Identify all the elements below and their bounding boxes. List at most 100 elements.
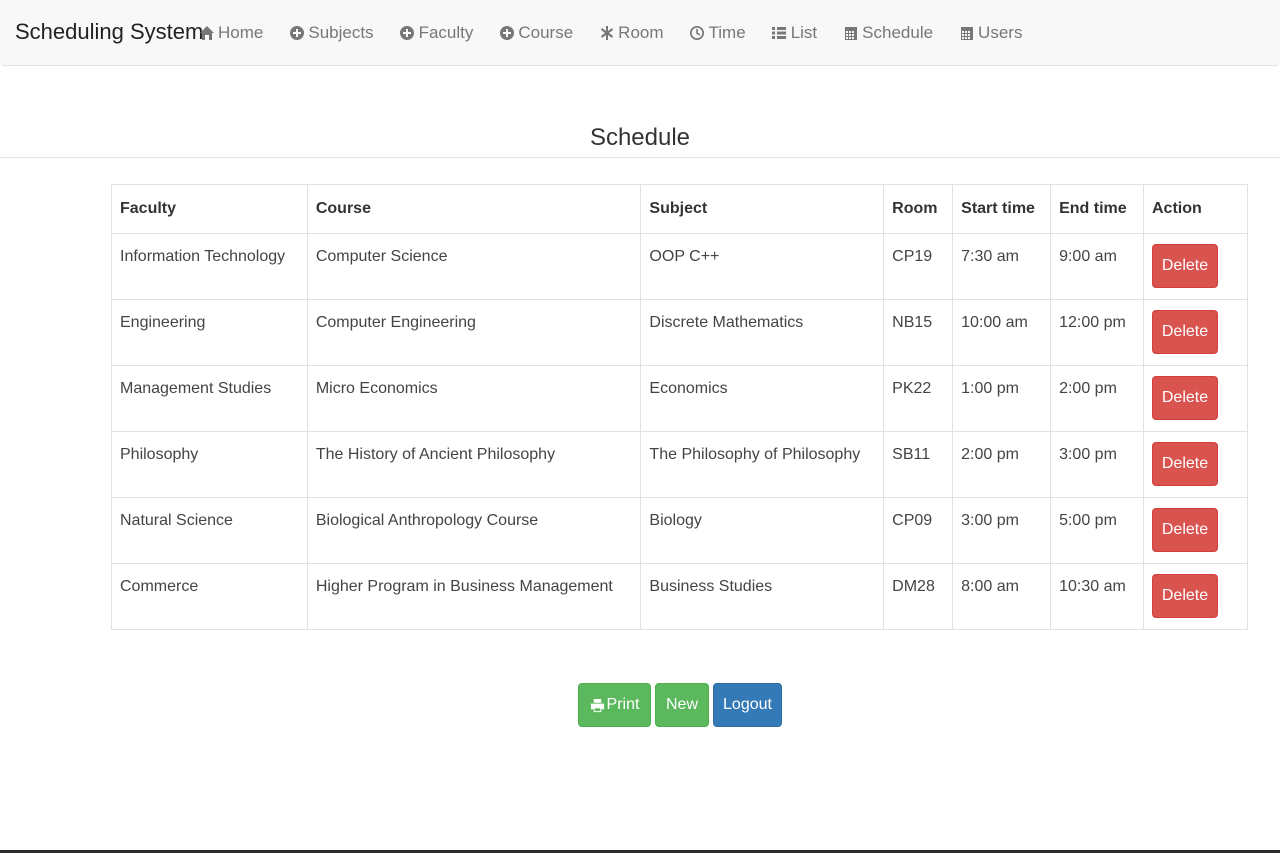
nav-item-label: Home [218,23,264,42]
cell-end-time: 9:00 am [1050,233,1144,300]
cell-subject: The Philosophy of Philosophy [640,431,885,498]
cell-course: Higher Program in Business Management [306,563,642,630]
table-row: Philosophy The History of Ancient Philos… [111,431,1248,498]
cell-course: Computer Science [306,233,642,300]
table-row: Natural Science Biological Anthropology … [111,497,1248,564]
cell-start-time: 10:00 am [952,299,1052,366]
cell-end-time: 3:00 pm [1050,431,1144,498]
delete-button[interactable]: Delete [1152,508,1218,552]
cell-room: SB11 [883,431,954,498]
plus-circle-icon [498,25,515,42]
nav-item-time[interactable]: Time [679,0,761,66]
delete-button[interactable]: Delete [1152,244,1218,288]
cell-start-time: 7:30 am [952,233,1052,300]
cell-faculty: Philosophy [111,431,308,498]
new-label: New [666,696,699,713]
cell-course: The History of Ancient Philosophy [306,431,642,498]
cell-subject: OOP C++ [640,233,885,300]
cell-faculty: Natural Science [111,497,308,564]
cell-subject: Discrete Mathematics [640,299,885,366]
nav-item-label: Users [978,23,1023,42]
delete-button[interactable]: Delete [1152,442,1218,486]
cell-faculty: Engineering [111,299,308,366]
cell-room: CP19 [883,233,954,300]
column-header-room: Room [883,184,954,234]
nav-item-label: Subjects [308,23,374,42]
nav-item-schedule[interactable]: Schedule [832,0,948,66]
cell-room: CP09 [883,497,954,564]
table-row: Commerce Higher Program in Business Mana… [111,563,1248,630]
nav-item-label: Schedule [862,23,934,42]
column-header-end-time: End time [1050,184,1144,234]
cell-action: Delete [1143,563,1248,630]
asterisk-icon [598,25,615,42]
calendar-icon [842,25,859,42]
cell-action: Delete [1143,365,1248,432]
cell-end-time: 10:30 am [1050,563,1144,630]
cell-room: DM28 [883,563,954,630]
nav-item-list[interactable]: List [761,0,832,66]
logout-label: Logout [723,696,772,713]
table-row: Information Technology Computer Science … [111,233,1248,300]
new-button[interactable]: New [655,683,709,727]
cell-room: PK22 [883,365,954,432]
cell-end-time: 5:00 pm [1050,497,1144,564]
divider [0,157,1280,158]
cell-start-time: 8:00 am [952,563,1052,630]
plus-circle-icon [288,25,305,42]
printer-icon [590,698,604,712]
cell-faculty: Management Studies [111,365,308,432]
column-header-course: Course [306,184,642,234]
delete-button[interactable]: Delete [1152,310,1218,354]
cell-end-time: 2:00 pm [1050,365,1144,432]
table-row: Engineering Computer Engineering Discret… [111,299,1248,366]
plus-circle-icon [399,25,416,42]
cell-start-time: 3:00 pm [952,497,1052,564]
nav-item-faculty[interactable]: Faculty [389,0,489,66]
delete-button[interactable]: Delete [1152,376,1218,420]
table-header-row: Faculty Course Subject Room Start time E… [111,184,1248,234]
logout-button[interactable]: Logout [713,683,782,727]
schedule-table: Faculty Course Subject Room Start time E… [111,184,1248,630]
print-button[interactable]: Print [578,683,651,727]
cell-course: Micro Economics [306,365,642,432]
cell-faculty: Information Technology [111,233,308,300]
cell-action: Delete [1143,233,1248,300]
nav-item-subjects[interactable]: Subjects [278,0,388,66]
cell-subject: Economics [640,365,885,432]
cell-course: Biological Anthropology Course [306,497,642,564]
cell-subject: Biology [640,497,885,564]
navbar: Scheduling System Home Subjects Faculty … [0,0,1280,66]
cell-start-time: 1:00 pm [952,365,1052,432]
home-icon [198,25,215,42]
cell-action: Delete [1143,299,1248,366]
column-header-start-time: Start time [952,184,1052,234]
table-row: Management Studies Micro Economics Econo… [111,365,1248,432]
cell-start-time: 2:00 pm [952,431,1052,498]
nav-item-label: List [790,23,818,42]
brand-title[interactable]: Scheduling System [15,19,203,45]
calendar-icon [958,25,975,42]
nav-item-label: Time [708,23,746,42]
nav-menu: Home Subjects Faculty Course Room Time L… [188,0,1037,66]
nav-item-label: Course [518,23,574,42]
clock-icon [689,25,706,42]
cell-room: NB15 [883,299,954,366]
nav-item-home[interactable]: Home [188,0,278,66]
cell-end-time: 12:00 pm [1050,299,1144,366]
nav-item-room[interactable]: Room [588,0,678,66]
action-buttons: Print New Logout [578,683,782,727]
cell-course: Computer Engineering [306,299,642,366]
nav-item-course[interactable]: Course [488,0,588,66]
print-label: Print [606,696,640,713]
column-header-action: Action [1143,184,1248,234]
column-header-faculty: Faculty [111,184,308,234]
cell-subject: Business Studies [640,563,885,630]
nav-item-users[interactable]: Users [948,0,1037,66]
delete-button[interactable]: Delete [1152,574,1218,618]
page-title: Schedule [589,124,691,151]
cell-action: Delete [1143,497,1248,564]
nav-item-label: Faculty [418,23,474,42]
cell-action: Delete [1143,431,1248,498]
column-header-subject: Subject [640,184,885,234]
